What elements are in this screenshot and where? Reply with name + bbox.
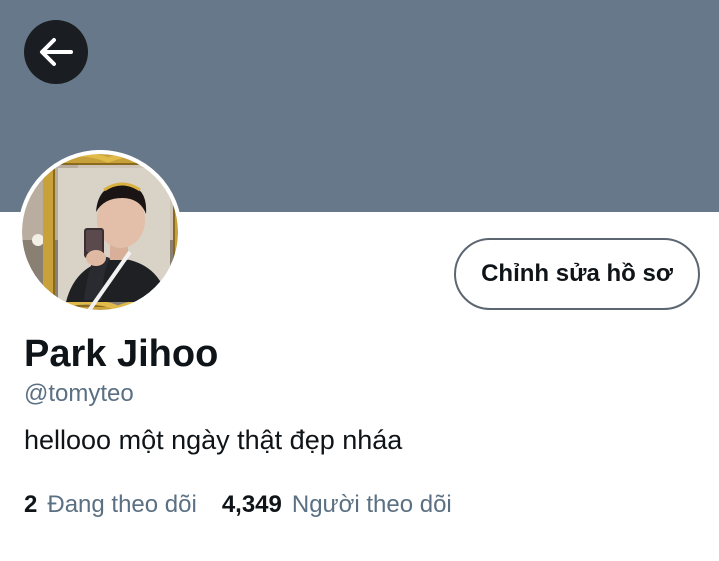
followers-label: Người theo dõi xyxy=(291,491,452,518)
profile-bio: hellooo một ngày thật đẹp nháa xyxy=(24,425,403,455)
followers-count: 4,349 xyxy=(221,491,282,518)
arrow-left-icon xyxy=(40,38,73,66)
avatar[interactable] xyxy=(18,150,182,314)
edit-profile-button[interactable]: Chỉnh sửa hồ sơ xyxy=(454,238,700,310)
avatar-photo xyxy=(18,150,182,314)
user-handle: @tomyteo xyxy=(24,380,134,407)
follow-stats: 2 Đang theo dõi 4,349 Người theo dõi xyxy=(24,488,452,522)
following-label: Đang theo dõi xyxy=(47,491,197,518)
followers-stat[interactable]: 4,349 Người theo dõi xyxy=(222,488,452,522)
display-name: Park Jihoo xyxy=(24,333,219,375)
following-stat[interactable]: 2 Đang theo dõi xyxy=(24,488,197,522)
following-count: 2 xyxy=(24,491,38,518)
back-button[interactable] xyxy=(24,20,88,84)
profile-page: Chỉnh sửa hồ sơ Park Jihoo @tomyteo hell… xyxy=(0,0,719,561)
